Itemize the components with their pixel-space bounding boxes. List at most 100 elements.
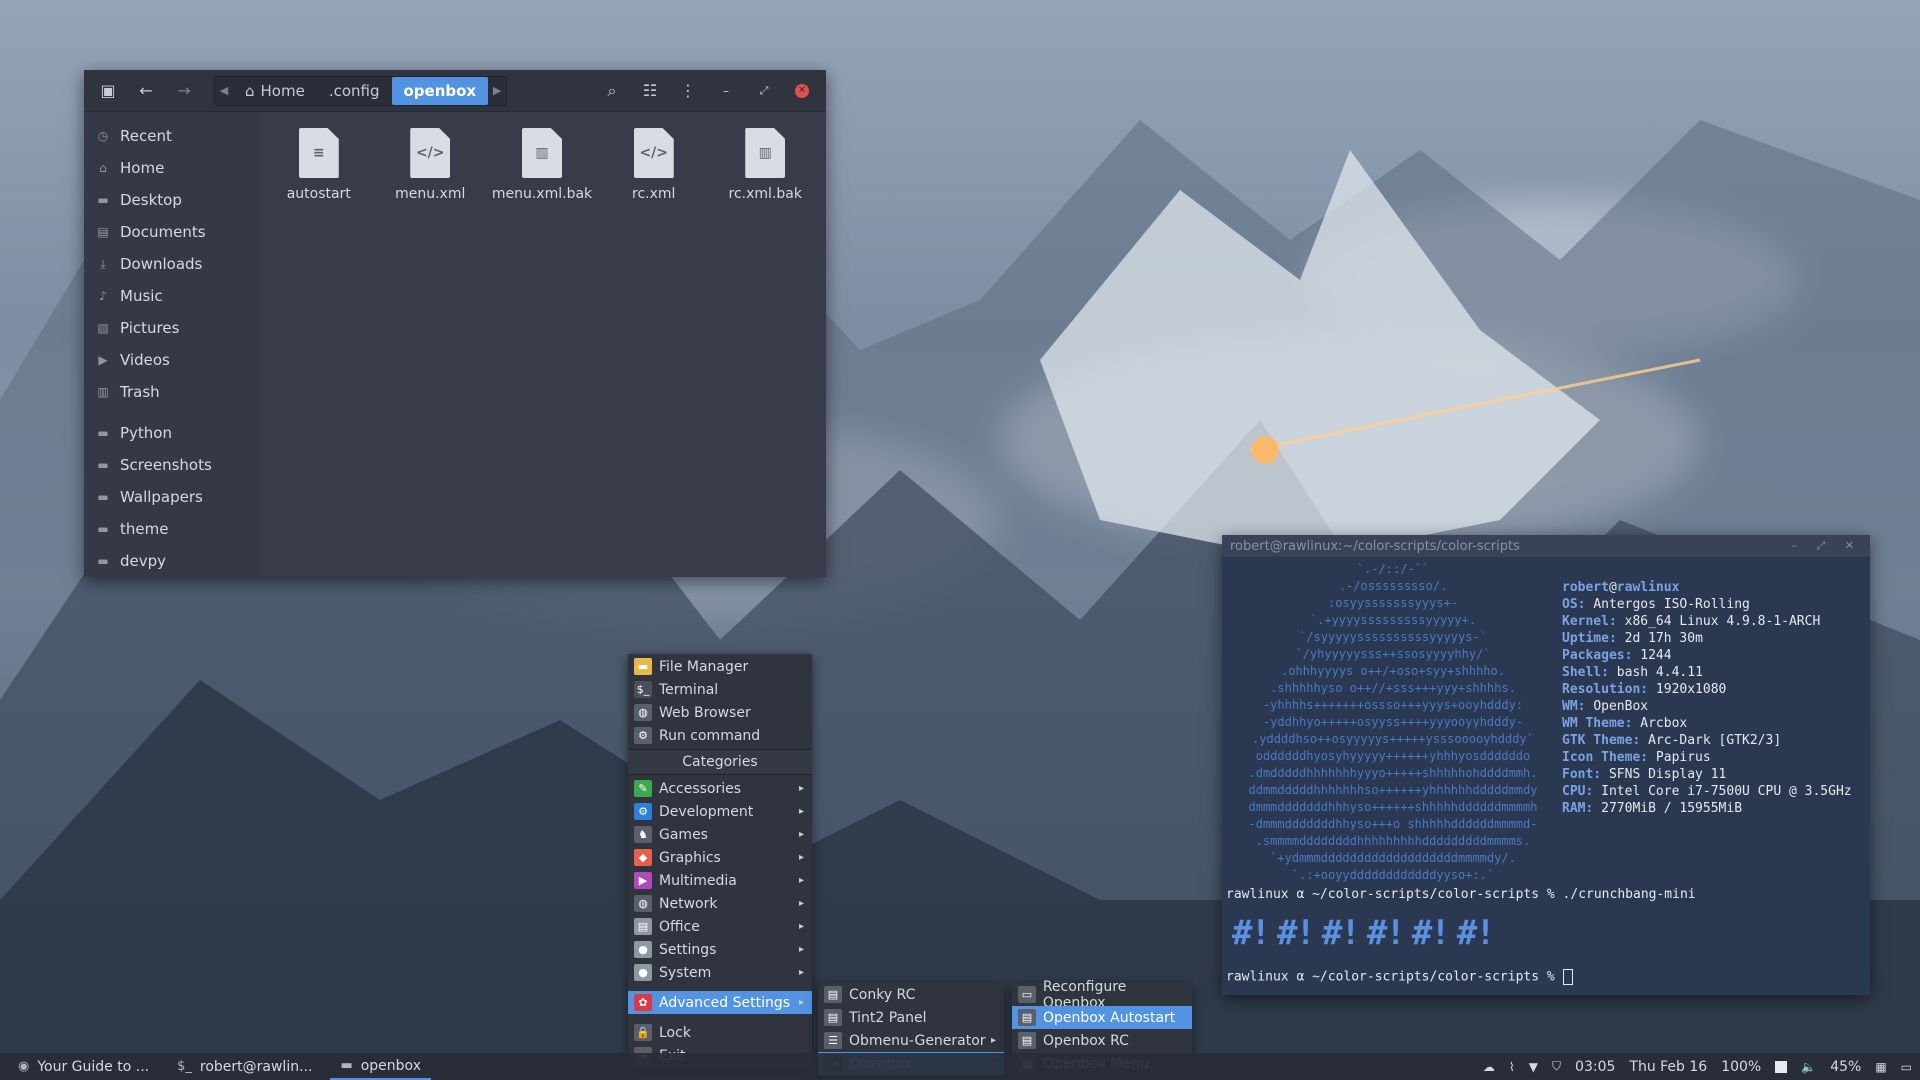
menu-item-system[interactable]: ● System ▸ <box>628 961 812 984</box>
menu-item-openbox-rc[interactable]: ▤ Openbox RC <box>1012 1029 1192 1052</box>
menu-item-run-command[interactable]: ⚙ Run command <box>628 724 812 747</box>
paperclip-icon[interactable]: ⌇ <box>1509 1060 1515 1074</box>
command-line-1: rawlinux α ~/color-scripts/color-scripts… <box>1226 887 1696 902</box>
task-label: openbox <box>360 1057 421 1074</box>
view-options-icon[interactable]: ☷ <box>634 76 666 106</box>
menu-item-accessories[interactable]: ✎ Accessories ▸ <box>628 777 812 800</box>
info-key: Font: <box>1562 767 1602 782</box>
taskbar-task[interactable]: ▬ openbox <box>330 1053 431 1080</box>
sidebar-item-recent[interactable]: ◷ Recent <box>84 120 258 152</box>
command-line-2[interactable]: rawlinux α ~/color-scripts/color-scripts… <box>1226 969 1573 985</box>
ascii-line: .-/osssssssso/. <box>1338 579 1448 593</box>
desktop-icon[interactable]: ▭ <box>1901 1060 1912 1074</box>
menu-item-tint2-panel[interactable]: ▤ Tint2 Panel <box>818 1006 1004 1029</box>
forward-arrow-icon[interactable]: → <box>168 76 200 106</box>
breadcrumb-openbox[interactable]: openbox <box>391 76 489 105</box>
menu-item-graphics[interactable]: ◆ Graphics ▸ <box>628 846 812 869</box>
color-block: #! <box>1232 913 1271 953</box>
file-item[interactable]: ▥ menu.xml.bak <box>492 122 592 202</box>
taskbar-task[interactable]: $_ robert@rawlin... <box>167 1053 322 1080</box>
sidebar-item-desktop[interactable]: ▬ Desktop <box>84 184 258 216</box>
back-arrow-icon[interactable]: ← <box>130 76 162 106</box>
clock-date[interactable]: Thu Feb 16 <box>1629 1059 1707 1075</box>
menu-item-multimedia[interactable]: ▶ Multimedia ▸ <box>628 869 812 892</box>
menu-item-reconfigure-openbox[interactable]: ▭ Reconfigure Openbox <box>1012 979 1192 1011</box>
clock-time[interactable]: 03:05 <box>1575 1059 1615 1075</box>
submenu-arrow-icon: ▸ <box>798 967 804 978</box>
maximize-icon[interactable]: ⤢ <box>748 76 780 106</box>
menu-item-openbox-autostart[interactable]: ▤ Openbox Autostart <box>1012 1006 1192 1029</box>
file-item[interactable]: ▥ rc.xml.bak <box>719 122 813 202</box>
battery-icon[interactable] <box>1775 1060 1788 1073</box>
search-icon[interactable]: ⌕ <box>596 76 628 106</box>
sidebar: ◷ Recent ⌂ Home ▬ Desktop ▤ Documents ⤓ Downloads… <box>84 112 258 577</box>
sidebar-item-screenshots[interactable]: ▬ Screenshots <box>84 449 258 481</box>
info-row: RAM: 2770MiB / 15955MiB <box>1562 800 1852 817</box>
sidebar-item-theme[interactable]: ▬ theme <box>84 513 258 545</box>
volume-icon[interactable]: 🔈 <box>1801 1060 1816 1074</box>
menu-item-network[interactable]: ◍ Network ▸ <box>628 892 812 915</box>
wifi-icon[interactable]: ▼ <box>1529 1060 1538 1074</box>
system-icon: ● <box>634 964 652 981</box>
folder-icon[interactable]: ▣ <box>92 76 124 106</box>
breadcrumb-home[interactable]: ⌂ Home <box>233 77 317 105</box>
folder-icon: ▬ <box>97 426 109 440</box>
menu-item-development[interactable]: ⚙ Development ▸ <box>628 800 812 823</box>
taskbar-task[interactable]: ◉ Your Guide to ... <box>8 1053 159 1080</box>
menu-item-web-browser[interactable]: ◍ Web Browser <box>628 701 812 724</box>
color-block: #! <box>1366 913 1406 953</box>
info-row: GTK Theme: Arc-Dark [GTK2/3] <box>1562 732 1852 749</box>
sidebar-item-music[interactable]: ♪ Music <box>84 280 258 312</box>
file-item[interactable]: ≡ autostart <box>272 122 366 202</box>
menu-item-obmenu-generator[interactable]: ☰ Obmenu-Generator ▸ <box>818 1029 1004 1052</box>
menu-item-advanced-settings[interactable]: ✿ Advanced Settings ▸ <box>628 991 812 1014</box>
breadcrumb-left-icon[interactable]: ◀ <box>215 84 233 97</box>
accessories-icon: ✎ <box>634 780 652 797</box>
shield-icon[interactable]: ⛉ <box>1552 1059 1561 1074</box>
sidebar-item-pictures[interactable]: ▧ Pictures <box>84 312 258 344</box>
menu-item-file-manager[interactable]: ▬ File Manager <box>628 655 812 678</box>
file-item[interactable]: </> rc.xml <box>607 122 701 202</box>
info-value: 1920x1080 <box>1655 682 1727 697</box>
menu-item-games[interactable]: ♞ Games ▸ <box>628 823 812 846</box>
menu-item-label: Lock <box>659 1024 691 1041</box>
grid-icon[interactable]: ▦ <box>1875 1060 1886 1074</box>
menu-item-office[interactable]: ▤ Office ▸ <box>628 915 812 938</box>
sidebar-item-documents[interactable]: ▤ Documents <box>84 216 258 248</box>
menu-item-label: Games <box>659 826 708 843</box>
menu-kebab-icon[interactable]: ⋮ <box>672 76 704 106</box>
battery-level[interactable]: 100% <box>1721 1059 1761 1075</box>
sidebar-item-trash[interactable]: ▥ Trash <box>84 376 258 408</box>
breadcrumb-config[interactable]: .config <box>317 77 392 105</box>
volume-level[interactable]: 45% <box>1830 1059 1861 1075</box>
terminal-titlebar[interactable]: robert@rawlinux:~/color-scripts/color-sc… <box>1222 535 1870 557</box>
menu-item-label: Run command <box>659 727 761 744</box>
cloud-icon[interactable]: ☁ <box>1483 1060 1495 1074</box>
menu-item-terminal[interactable]: $_ Terminal <box>628 678 812 701</box>
minimize-icon[interactable]: – <box>710 76 742 106</box>
breadcrumb-right-icon[interactable]: ▶ <box>488 84 506 97</box>
menu-item-conky-rc[interactable]: ▤ Conky RC <box>818 983 1004 1006</box>
file-item[interactable]: </> menu.xml <box>384 122 478 202</box>
sidebar-item-devpy[interactable]: ▬ devpy <box>84 545 258 577</box>
sidebar-item-label: Downloads <box>120 255 203 273</box>
window-controls[interactable]: – ⤢ ✕ <box>1791 539 1870 553</box>
sidebar-item-home[interactable]: ⌂ Home <box>84 152 258 184</box>
ascii-line: `/yhyyyyysss++ssosyyyyhhy/` <box>1295 647 1491 661</box>
menu-item-lock[interactable]: 🔒 Lock <box>628 1021 812 1044</box>
sidebar-item-videos[interactable]: ▶ Videos <box>84 344 258 376</box>
sidebar-item-label: Trash <box>120 383 160 401</box>
multimedia-icon: ▶ <box>634 872 652 889</box>
terminal-icon: $_ <box>177 1059 192 1074</box>
menu-item-label: Tint2 Panel <box>849 1009 927 1026</box>
sidebar-item-downloads[interactable]: ⤓ Downloads <box>84 248 258 280</box>
sidebar-item-wallpapers[interactable]: ▬ Wallpapers <box>84 481 258 513</box>
submenu-arrow-icon: ▸ <box>798 997 804 1008</box>
trash-icon: ▥ <box>97 385 109 399</box>
settings-icon: ● <box>634 941 652 958</box>
menu-item-settings[interactable]: ● Settings ▸ <box>628 938 812 961</box>
archive-file-icon: ▥ <box>745 128 786 178</box>
close-icon[interactable]: ✕ <box>786 76 818 106</box>
submenu-arrow-icon: ▸ <box>798 898 804 909</box>
sidebar-item-python[interactable]: ▬ Python <box>84 417 258 449</box>
